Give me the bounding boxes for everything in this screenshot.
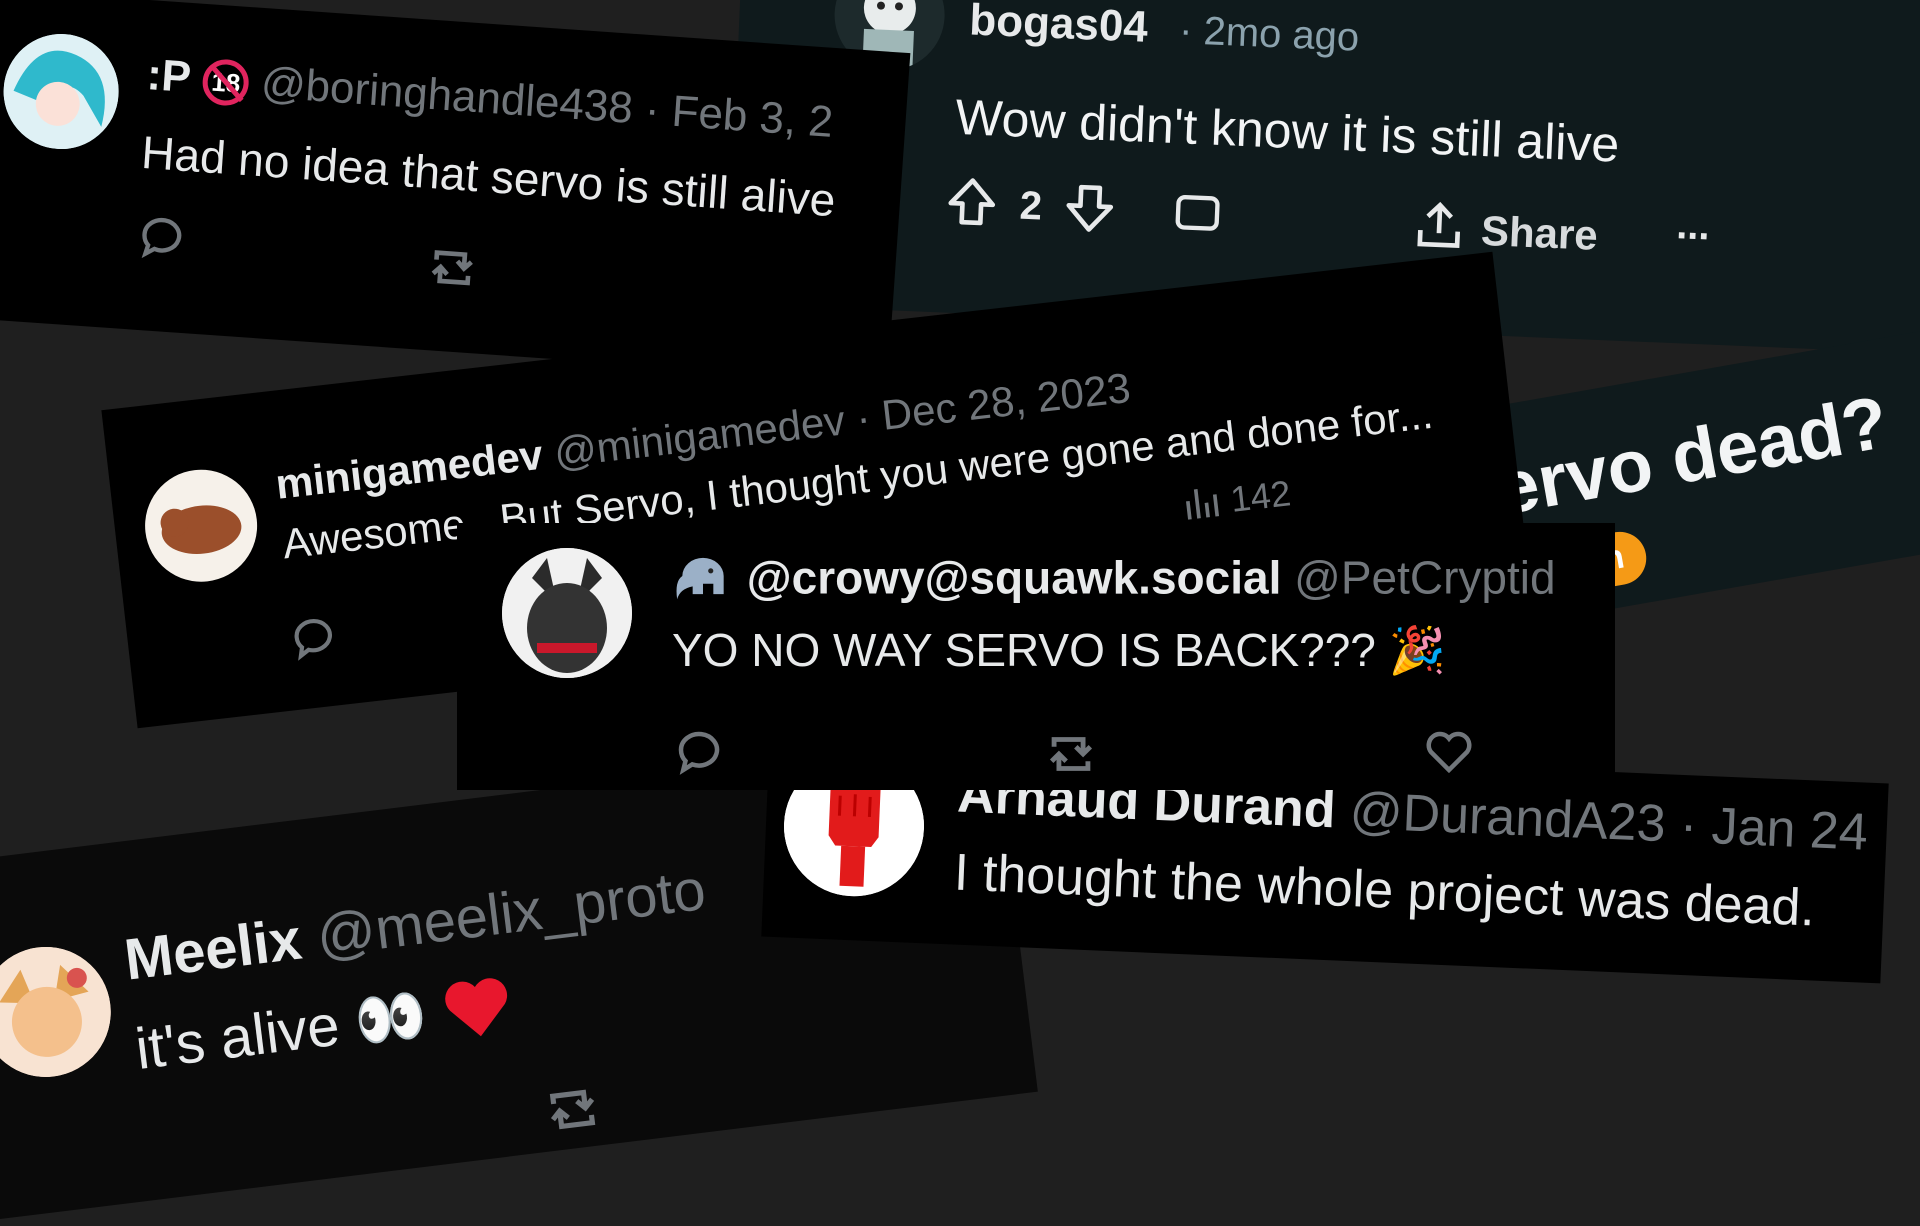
eyes-emoji: 👀 <box>351 981 431 1056</box>
author-handle[interactable]: @DurandA23 <box>1349 782 1667 853</box>
more-options[interactable]: ... <box>1676 203 1711 249</box>
tweet-text-line: it's alive 👀 <box>132 970 518 1096</box>
tweet-crowy: @crowy@squawk.social @PetCryptid YO NO W… <box>457 523 1615 790</box>
tweet-text-line: YO NO WAY SERVO IS BACK??? 🎉 <box>672 623 1446 678</box>
avatar[interactable] <box>0 30 123 153</box>
avatar[interactable] <box>502 548 632 678</box>
author-name[interactable]: :P <box>145 50 192 102</box>
post-date: · Jan 24 <box>1678 795 1869 862</box>
avatar[interactable] <box>139 463 264 588</box>
reply-icon[interactable] <box>286 610 342 670</box>
reply-icon[interactable] <box>1170 188 1224 247</box>
mastodon-elephant-icon <box>672 550 734 613</box>
author-line: Meelix @meelix_proto <box>121 856 709 994</box>
post-date: · Feb 3, 2 <box>643 84 835 147</box>
author-handle[interactable]: @PetCryptid <box>1294 552 1555 604</box>
retweet-icon[interactable] <box>422 238 482 303</box>
author-name[interactable]: Meelix <box>121 907 305 993</box>
author-name[interactable]: bogas04 <box>968 0 1148 53</box>
age-restricted-icon: 18 <box>201 58 251 108</box>
author-handle[interactable]: @boringhandle438 <box>260 58 635 133</box>
avatar[interactable] <box>0 939 119 1085</box>
timestamp: · 2mo ago <box>1178 8 1361 60</box>
tweet-text: it's alive <box>132 992 343 1082</box>
vote-count: 2 <box>1018 183 1043 229</box>
author-name[interactable]: @crowy@squawk.social <box>747 552 1282 604</box>
tweet-text: YO NO WAY SERVO IS BACK??? <box>672 624 1376 676</box>
author-handle[interactable]: @meelix_proto <box>313 857 709 969</box>
like-icon[interactable] <box>1422 725 1476 784</box>
view-count: 142 <box>1228 472 1293 520</box>
author-line: @crowy@squawk.social @PetCryptid <box>672 550 1556 613</box>
retweet-icon[interactable] <box>538 1075 608 1149</box>
tweet-text: I thought the whole project was dead. <box>952 843 1817 938</box>
tweet-boringhandle438: :P 18 @boringhandle438 · Feb 3, 2 Had no… <box>0 0 911 383</box>
share-label[interactable]: Share <box>1480 207 1599 260</box>
party-popper-emoji: 🎉 <box>1388 624 1446 676</box>
reply-icon[interactable] <box>672 725 726 784</box>
share-icon[interactable] <box>1410 197 1469 260</box>
retweet-icon[interactable] <box>1042 725 1100 788</box>
red-heart-icon <box>439 970 518 1058</box>
reply-icon[interactable] <box>134 210 190 270</box>
downvote-icon[interactable] <box>1060 179 1119 242</box>
upvote-icon[interactable] <box>943 172 1002 235</box>
comment-text: Wow didn't know it is still alive <box>954 88 1621 173</box>
